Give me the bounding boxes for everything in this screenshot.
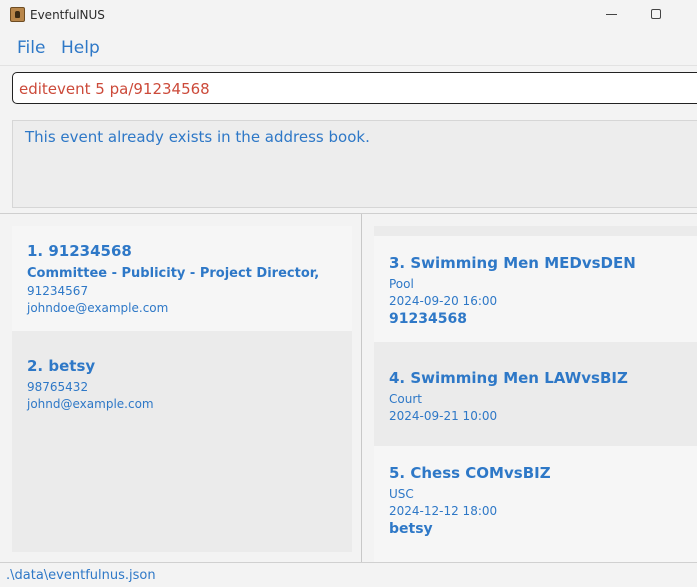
person-card[interactable]: 1. 91234568 Committee - Publicity - Proj…	[12, 226, 352, 331]
menu-file[interactable]: File	[17, 38, 45, 58]
maximize-icon[interactable]	[651, 9, 661, 19]
command-box-placeholder: editevent 5 pa/91234568	[0, 66, 697, 114]
status-bar: .\data\eventfulnus.json	[0, 562, 697, 587]
window-title: EventfulNUS	[30, 8, 105, 22]
event-list-panel: 3. Swimming Men MEDvsDEN Pool 2024-09-20…	[363, 214, 697, 562]
event-datetime: 2024-09-20 16:00	[389, 294, 498, 308]
event-venue: USC	[389, 487, 414, 501]
event-datetime: 2024-09-21 10:00	[389, 409, 498, 423]
person-card[interactable]: 2. betsy 98765432 johnd@example.com	[12, 331, 352, 552]
lists-area: 1. 91234568 Committee - Publicity - Proj…	[0, 214, 697, 562]
minimize-icon[interactable]	[606, 14, 617, 15]
title-bar: EventfulNUS	[0, 0, 697, 30]
event-title: 3. Swimming Men MEDvsDEN	[389, 254, 636, 272]
event-datetime: 2024-12-12 18:00	[389, 504, 498, 518]
person-list-panel: 1. 91234568 Committee - Publicity - Proj…	[0, 214, 362, 562]
menu-bar: File Help	[0, 30, 697, 66]
event-participant: betsy	[389, 521, 433, 537]
menu-help[interactable]: Help	[61, 38, 100, 58]
person-email: johndoe@example.com	[27, 301, 169, 315]
event-card[interactable]: 3. Swimming Men MEDvsDEN Pool 2024-09-20…	[374, 236, 697, 342]
person-phone: 91234567	[27, 284, 89, 298]
person-roles: Committee - Publicity - Project Director…	[27, 266, 320, 281]
app-icon	[10, 7, 25, 22]
event-venue: Court	[389, 392, 422, 406]
person-name: 2. betsy	[27, 357, 96, 375]
result-display-placeholder: This event already exists in the address…	[0, 114, 697, 214]
event-venue: Pool	[389, 277, 414, 291]
event-card[interactable]: 5. Chess COMvsBIZ USC 2024-12-12 18:00 b…	[374, 446, 697, 562]
event-participant: 91234568	[389, 311, 467, 327]
event-title: 4. Swimming Men LAWvsBIZ	[389, 369, 628, 387]
person-email: johnd@example.com	[27, 397, 154, 411]
event-list[interactable]: 3. Swimming Men MEDvsDEN Pool 2024-09-20…	[374, 226, 697, 562]
person-name: 1. 91234568	[27, 242, 132, 260]
command-input[interactable]: editevent 5 pa/91234568	[12, 72, 697, 104]
person-phone: 98765432	[27, 380, 89, 394]
result-display: This event already exists in the address…	[12, 120, 697, 208]
event-title: 5. Chess COMvsBIZ	[389, 464, 551, 482]
event-card-partial	[374, 226, 697, 236]
event-card[interactable]: 4. Swimming Men LAWvsBIZ Court 2024-09-2…	[374, 342, 697, 446]
person-list[interactable]: 1. 91234568 Committee - Publicity - Proj…	[12, 226, 352, 552]
save-location: .\data\eventfulnus.json	[6, 568, 156, 583]
